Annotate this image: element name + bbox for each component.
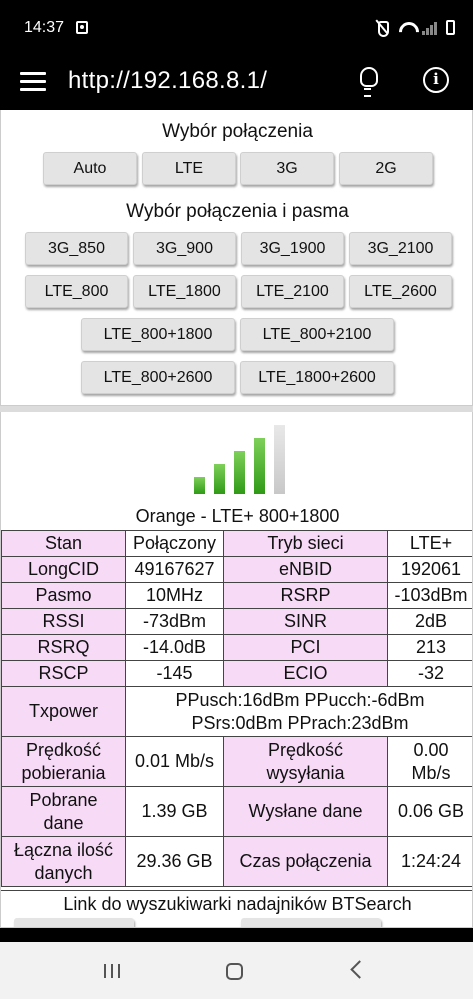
connection-panel: Wybór połączenia Auto LTE 3G 2G Wybór po…	[0, 110, 473, 406]
btsearch-link[interactable]: Link do wyszukiwarki nadajników BTSearch	[1, 890, 472, 916]
band-lte-800-1800-button[interactable]: LTE_800+1800	[81, 318, 235, 351]
table-row: RSCP -145 ECIO -32	[1, 660, 472, 687]
total-label: Łączna ilość danych	[1, 836, 126, 887]
rscp-label: RSCP	[1, 660, 126, 687]
stan-value: Połączony	[125, 530, 224, 557]
signal-bar	[274, 425, 285, 494]
rsrq-value: -14.0dB	[125, 634, 224, 661]
band-lte-1800-button[interactable]: LTE_1800	[133, 275, 236, 308]
rsrp-value: -103dBm	[387, 582, 472, 609]
rssi-label: RSSI	[1, 608, 126, 635]
longcid-label: LongCID	[1, 556, 126, 583]
pasmo-label: Pasmo	[1, 582, 126, 609]
band-3g-2100-button[interactable]: 3G_2100	[349, 232, 452, 265]
table-row: LongCID 49167627 eNBID 192061	[1, 556, 472, 583]
mode-auto-button[interactable]: Auto	[43, 152, 137, 185]
table-row: RSSI -73dBm SINR 2dB	[1, 608, 472, 635]
txpower-value: PPusch:16dBm PPucch:-6dBm PSrs:0dBm PPra…	[125, 686, 472, 737]
pci-label: PCI	[223, 634, 388, 661]
longcid-value: 49167627	[125, 556, 224, 583]
home-icon[interactable]	[226, 963, 243, 980]
status-bar: 14:37	[0, 0, 473, 58]
pasmo-value: 10MHz	[125, 582, 224, 609]
downloaded-label: Pobrane dane	[1, 786, 126, 837]
bulb-icon[interactable]	[357, 67, 381, 97]
tryb-label: Tryb sieci	[223, 530, 388, 557]
band-lte-800-2600-button[interactable]: LTE_800+2600	[81, 361, 235, 394]
wifi-icon	[398, 19, 414, 35]
table-row: Pobrane dane 1.39 GB Wysłane dane 0.06 G…	[1, 786, 472, 837]
app-bar: http://192.168.8.1/ i	[0, 58, 473, 110]
band-lte-2100-button[interactable]: LTE_2100	[241, 275, 344, 308]
band-3g-900-button[interactable]: 3G_900	[133, 232, 236, 265]
rscp-value: -145	[125, 660, 224, 687]
gallery-icon	[76, 21, 88, 34]
rsrq-label: RSRQ	[1, 634, 126, 661]
signal-bar	[234, 451, 245, 494]
band-3g-1900-button[interactable]: 3G_1900	[241, 232, 344, 265]
sinr-label: SINR	[223, 608, 388, 635]
menu-icon[interactable]	[20, 71, 47, 93]
info-table: Stan Połączony Tryb sieci LTE+ LongCID 4…	[1, 530, 472, 887]
ul-speed-value: 0.00 Mb/s	[387, 736, 472, 787]
rsrp-label: RSRP	[223, 582, 388, 609]
back-icon[interactable]	[350, 960, 369, 979]
app-title: http://192.168.8.1/	[68, 67, 268, 94]
operator-line: Orange - LTE+ 800+1800	[135, 506, 340, 526]
status-time: 14:37	[24, 19, 65, 36]
table-row: Pasmo 10MHz RSRP -103dBm	[1, 582, 472, 609]
ecio-label: ECIO	[223, 660, 388, 687]
dl-speed-label: Prędkość pobierania	[1, 736, 126, 787]
band-lte-2600-button[interactable]: LTE_2600	[349, 275, 452, 308]
pci-value: 213	[387, 634, 472, 661]
ul-speed-label: Prędkość wysyłania	[223, 736, 388, 787]
band-3g-850-button[interactable]: 3G_850	[25, 232, 128, 265]
enbid-value: 192061	[387, 556, 472, 583]
uploaded-label: Wysłane dane	[223, 786, 388, 837]
status-panel: Orange - LTE+ 800+1800 Stan Połączony Tr…	[0, 412, 473, 928]
mode-3g-button[interactable]: 3G	[240, 152, 334, 185]
partially-visible-button[interactable]	[14, 918, 134, 927]
stan-label: Stan	[1, 530, 126, 557]
battery-icon	[446, 19, 455, 35]
recents-icon[interactable]	[104, 964, 121, 978]
txpower-label: Txpower	[1, 686, 126, 737]
conn-time-label: Czas połączenia	[223, 836, 388, 887]
enbid-label: eNBID	[223, 556, 388, 583]
signal-bar	[214, 464, 225, 494]
table-row: Prędkość pobierania 0.01 Mb/s Prędkość w…	[1, 736, 472, 787]
band-lte-800-2100-button[interactable]: LTE_800+2100	[240, 318, 394, 351]
connection-heading: Wybór połączenia	[162, 121, 313, 142]
band-heading: Wybór połączenia i pasma	[126, 201, 349, 222]
table-row: Stan Połączony Tryb sieci LTE+	[1, 530, 472, 557]
rssi-value: -73dBm	[125, 608, 224, 635]
table-row: Txpower PPusch:16dBm PPucch:-6dBm PSrs:0…	[1, 686, 472, 737]
signal-icon	[422, 19, 438, 35]
signal-strength-bars	[194, 425, 286, 494]
bottom-strip	[0, 928, 473, 942]
info-icon[interactable]: i	[423, 67, 449, 93]
band-lte-800-button[interactable]: LTE_800	[25, 275, 128, 308]
partially-visible-button[interactable]	[241, 918, 381, 927]
status-icons	[374, 19, 455, 37]
signal-bar	[254, 438, 265, 494]
conn-time-value: 1:24:24	[387, 836, 472, 887]
mute-icon	[374, 19, 390, 37]
table-row: Łączna ilość danych 29.36 GB Czas połącz…	[1, 836, 472, 887]
system-nav-bar	[0, 942, 473, 999]
uploaded-value: 0.06 GB	[387, 786, 472, 837]
table-row: RSRQ -14.0dB PCI 213	[1, 634, 472, 661]
ecio-value: -32	[387, 660, 472, 687]
sinr-value: 2dB	[387, 608, 472, 635]
total-value: 29.36 GB	[125, 836, 224, 887]
band-lte-1800-2600-button[interactable]: LTE_1800+2600	[240, 361, 394, 394]
signal-bar	[194, 477, 205, 494]
mode-lte-button[interactable]: LTE	[142, 152, 236, 185]
tryb-value: LTE+	[387, 530, 472, 557]
dl-speed-value: 0.01 Mb/s	[125, 736, 224, 787]
mode-2g-button[interactable]: 2G	[339, 152, 433, 185]
downloaded-value: 1.39 GB	[125, 786, 224, 837]
